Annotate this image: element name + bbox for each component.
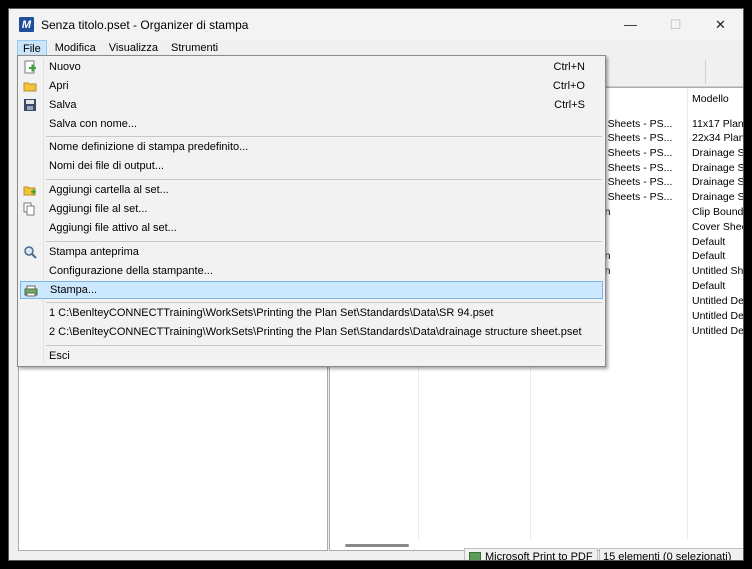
printer-icon [469,552,481,560]
status-item-count: 15 elementi (0 selezionati) [599,548,743,560]
minimize-button[interactable]: — [608,9,653,40]
menu-separator [46,241,602,242]
save-disk-icon [24,99,36,111]
menu-item-label: Apri [49,80,69,92]
menu-item-label: Aggiungi file al set... [49,203,148,215]
microstation-app-icon: M [19,17,34,32]
list-item-model[interactable]: Untitled Shee [692,265,743,279]
menu-item-recent-file-1[interactable]: 1 C:\BenlteyCONNECTTraining\WorkSets\Pri… [20,304,603,322]
list-item-model[interactable]: Default [692,250,725,264]
window-title: Senza titolo.pset - Organizer di stampa [41,17,249,32]
menu-item-recent-file-2[interactable]: 2 C:\BenlteyCONNECTTraining\WorkSets\Pri… [20,323,603,341]
list-item-model[interactable]: Drainage Str [692,191,743,205]
menu-item-label: Nomi dei file di output... [49,160,164,172]
list-item-model[interactable]: 22x34 Plan C [692,132,743,146]
menu-item-label: Nome definizione di stampa predefinito..… [49,141,249,153]
menu-item-nuovo[interactable]: Nuovo Ctrl+N [20,58,603,76]
menu-item-nomi-file-output[interactable]: Nomi dei file di output... [20,157,603,175]
list-item-model[interactable]: Untitled Desi [692,295,743,309]
menu-item-label: Salva [49,99,77,111]
status-bar: Microsoft Print to PDF 15 elementi (0 se… [9,548,743,561]
maximize-button[interactable]: ☐ [653,9,698,40]
menu-item-configurazione-stampante[interactable]: Configurazione della stampante... [20,262,603,280]
horizontal-scrollbar[interactable] [345,544,409,547]
menu-item-aggiungi-file[interactable]: Aggiungi file al set... [20,200,603,218]
title-bar: M Senza titolo.pset - Organizer di stamp… [9,9,743,40]
status-printer[interactable]: Microsoft Print to PDF [464,548,598,561]
print-preview-icon [24,246,37,259]
menu-item-shortcut: Ctrl+O [552,80,585,92]
menu-item-aggiungi-file-attivo[interactable]: Aggiungi file attivo al set... [20,219,603,237]
new-file-icon [24,60,36,74]
menu-item-label: Aggiungi cartella al set... [49,184,169,196]
menu-item-label: Stampa anteprima [49,246,139,258]
add-folder-icon [23,186,36,196]
menu-item-apri[interactable]: Apri Ctrl+O [20,77,603,95]
list-item-model[interactable]: Untitled Desi [692,325,743,339]
list-item-model[interactable]: Cover Sheet [692,221,743,235]
window-controls: — ☐ ✕ [608,9,743,40]
menu-item-salva[interactable]: Salva Ctrl+S [20,96,603,114]
menu-item-label: 1 C:\BenlteyCONNECTTraining\WorkSets\Pri… [49,307,494,319]
column-divider [687,88,688,540]
list-item-model[interactable]: Clip Bounda [692,206,743,220]
menu-item-stampa-anteprima[interactable]: Stampa anteprima [20,243,603,261]
add-files-icon [23,202,35,216]
list-item-model[interactable]: Drainage Str [692,162,743,176]
menu-item-label: Stampa... [50,284,98,296]
list-item-model[interactable]: Untitled Desi [692,310,743,324]
list-item-model[interactable]: Default [692,280,725,294]
menu-item-label: Nuovo [49,61,81,73]
close-button[interactable]: ✕ [698,9,743,40]
menu-item-salva-con-nome[interactable]: Salva con nome... [20,115,603,133]
menu-item-label: 2 C:\BenlteyCONNECTTraining\WorkSets\Pri… [49,326,582,338]
menu-item-label: Salva con nome... [49,118,138,130]
menu-separator [46,345,602,346]
printer-icon [24,285,38,297]
menu-item-shortcut: Ctrl+N [553,61,585,73]
open-folder-icon [23,82,37,92]
list-item-model[interactable]: 11x17 Plan C [692,118,743,132]
menu-item-label: Aggiungi file attivo al set... [49,222,177,234]
menu-separator [46,136,602,137]
printer-name: Microsoft Print to PDF [485,550,593,561]
menu-item-stampa[interactable]: Stampa... [20,281,603,299]
menu-separator [46,302,602,303]
toolbar-button-area[interactable] [705,60,743,84]
menu-item-esci[interactable]: Esci [20,347,603,365]
list-item-model[interactable]: Drainage Str [692,176,743,190]
menu-item-label: Esci [49,350,70,362]
menu-item-label: Configurazione della stampante... [49,265,213,277]
menu-item-nome-definizione[interactable]: Nome definizione di stampa predefinito..… [20,138,603,156]
list-item-model[interactable]: Drainage Str [692,147,743,161]
file-menu-dropdown: Nuovo Ctrl+N Apri Ctrl+O Salva Ctrl+S Sa… [17,55,606,367]
menu-separator [46,179,602,180]
column-header-modello[interactable]: Modello [692,93,729,105]
menu-item-aggiungi-cartella[interactable]: Aggiungi cartella al set... [20,181,603,199]
menu-item-shortcut: Ctrl+S [554,99,585,111]
list-item-model[interactable]: Default [692,236,725,250]
